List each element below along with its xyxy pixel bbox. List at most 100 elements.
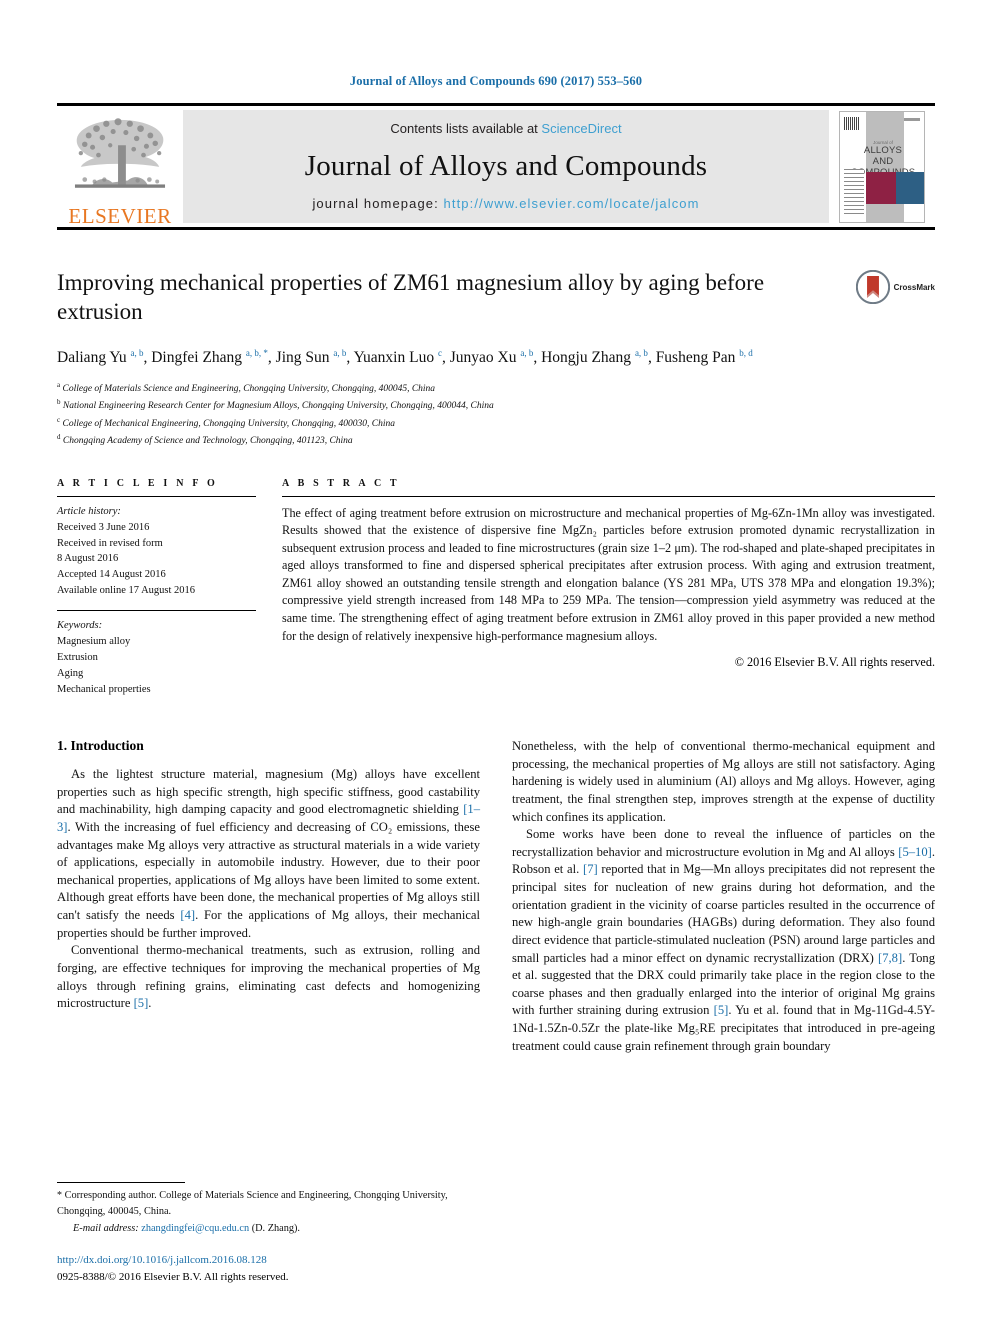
corresponding-author-text: Corresponding author. College of Materia… — [57, 1190, 448, 1217]
affiliation-text: National Engineering Research Center for… — [60, 401, 494, 412]
affiliation-item: b National Engineering Research Center f… — [57, 397, 935, 415]
paragraph: Nonetheless, with the help of convention… — [512, 739, 935, 824]
crossmark-label: CrossMark — [893, 282, 935, 292]
article-info-rule — [57, 495, 256, 497]
left-column-paragraphs: As the lightest structure material, magn… — [57, 766, 480, 1013]
journal-cover-thumbnail: Journal of ALLOYS AND COMPOUNDS — [839, 110, 925, 223]
keyword-item: Extrusion — [57, 652, 98, 664]
affiliation-item: c College of Mechanical Engineering, Cho… — [57, 415, 935, 433]
masthead-center: Contents lists available at ScienceDirec… — [183, 110, 829, 223]
article-history-block: Article history: Received 3 June 2016 Rec… — [57, 504, 256, 600]
citation-link[interactable]: [1–3] — [57, 802, 480, 834]
article-history-item: Received in revised form — [57, 537, 163, 549]
article-history-item: Received 3 June 2016 — [57, 521, 150, 533]
affiliation-item: a College of Materials Science and Engin… — [57, 380, 935, 398]
title-block: Improving mechanical properties of ZM61 … — [57, 268, 935, 450]
doi-link[interactable]: http://dx.doi.org/10.1016/j.jallcom.2016… — [57, 1252, 480, 1269]
journal-masthead: ELSEVIER Contents lists available at Sci… — [57, 103, 935, 230]
email-label: E-mail address: — [73, 1222, 139, 1234]
citation-link[interactable]: [7] — [583, 862, 598, 876]
issn-copyright-line: 0925-8388/© 2016 Elsevier B.V. All right… — [57, 1270, 289, 1283]
cover-title-line2: ALLOYS — [863, 144, 903, 156]
author-separator: , — [346, 349, 354, 367]
cover-editorial-lines — [844, 168, 864, 217]
section-heading-introduction: 1. Introduction — [57, 738, 144, 754]
right-column-paragraphs: Nonetheless, with the help of convention… — [512, 738, 935, 1055]
body-columns: 1. Introduction As the lightest structur… — [57, 738, 935, 1055]
author-name: Fusheng Pan — [655, 349, 740, 367]
footnote-block: * Corresponding author. College of Mater… — [57, 1182, 480, 1285]
cover-title-line1: Journal of — [873, 139, 893, 145]
citation-link[interactable]: [5] — [714, 1003, 729, 1017]
author-separator: , — [647, 349, 656, 367]
crossmark-icon — [855, 270, 890, 304]
author-separator: , — [267, 349, 276, 367]
body-column-right: Nonetheless, with the help of convention… — [512, 738, 935, 1055]
sciencedirect-link[interactable]: ScienceDirect — [541, 121, 621, 136]
paper-page: Journal of Alloys and Compounds 690 (201… — [0, 0, 992, 1323]
author-list: Daliang Yu a, b, Dingfei Zhang a, b, *, … — [57, 347, 935, 370]
page-title: Improving mechanical properties of ZM61 … — [57, 270, 765, 325]
keywords-rule — [57, 610, 256, 612]
author-affiliation-mark: a, b — [634, 347, 648, 358]
email-link[interactable]: zhangdingfei@cqu.edu.cn — [141, 1223, 249, 1234]
keyword-item: Aging — [57, 668, 84, 680]
keyword-item: Mechanical properties — [57, 684, 151, 696]
abstract-text: The effect of aging treatment before ext… — [282, 505, 935, 643]
email-suffix: (D. Zhang). — [251, 1222, 301, 1234]
email-line: E-mail address: zhangdingfei@cqu.edu.cn … — [57, 1221, 480, 1236]
keyword-item: Magnesium alloy — [57, 636, 131, 648]
keywords-lines: Magnesium alloy Extrusion Aging Mechanical … — [57, 634, 256, 698]
citation-link[interactable]: [4] — [180, 908, 195, 922]
cover-blue-block — [896, 171, 924, 204]
crossmark-badge-group[interactable]: CrossMark — [855, 270, 935, 304]
author-affiliation-mark: a, b — [130, 347, 144, 358]
author-name: Jing Sun — [275, 349, 334, 367]
author-affiliation-mark: b, d — [739, 347, 753, 358]
abstract-heading: A B S T R A C T — [282, 477, 400, 489]
keywords-label: Keywords: — [57, 620, 103, 632]
affiliation-text: College of Materials Science and Enginee… — [60, 383, 436, 394]
author-name: Yuanxin Luo — [353, 349, 438, 367]
affiliation-list: a College of Materials Science and Engin… — [57, 380, 935, 450]
cover-issn-mark — [904, 117, 920, 121]
article-history-lines: Received 3 June 2016 Received in revised … — [57, 520, 256, 600]
paragraph: Conventional thermo-mechanical treatment… — [57, 943, 480, 1011]
citation-link[interactable]: [7,8] — [878, 951, 902, 965]
affiliation-text: College of Mechanical Engineering, Chong… — [60, 418, 395, 429]
info-abstract-row: A R T I C L E I N F O Article history: R… — [57, 478, 935, 698]
abstract-copyright: © 2016 Elsevier B.V. All rights reserved… — [734, 655, 935, 670]
journal-homepage-line: journal homepage: http://www.elsevier.co… — [312, 196, 699, 211]
paragraph: As the lightest structure material, magn… — [57, 767, 480, 940]
author-affiliation-mark: a, b — [520, 347, 534, 358]
paragraph: Some works have been done to reveal the … — [512, 827, 936, 1053]
elsevier-wordmark: ELSEVIER — [68, 204, 172, 228]
cover-barcode-icon — [844, 116, 860, 130]
author-name: Hongju Zhang — [541, 349, 635, 367]
author-name: Dingfei Zhang — [151, 349, 246, 367]
article-history-item: Available online 17 August 2016 — [57, 585, 196, 597]
contents-list-line: Contents lists available at ScienceDirec… — [390, 121, 621, 136]
abstract-column: A B S T R A C T The effect of aging trea… — [282, 478, 935, 698]
contents-prefix: Contents lists available at — [390, 121, 542, 136]
citation-link[interactable]: [5–10] — [898, 845, 932, 859]
article-history-item: 8 August 2016 — [57, 553, 119, 565]
author-affiliation-mark: a, b — [333, 347, 347, 358]
author-name: Junyao Xu — [449, 349, 521, 367]
citation-link[interactable]: [5] — [134, 996, 149, 1010]
affiliation-text: Chongqing Academy of Science and Technol… — [60, 436, 353, 447]
elsevier-logo: ELSEVIER — [57, 106, 183, 227]
article-history-item: Accepted 14 August 2016 — [57, 569, 166, 581]
article-info-heading: A R T I C L E I N F O — [57, 477, 218, 489]
running-head: Journal of Alloys and Compounds 690 (201… — [349, 74, 643, 88]
body-column-left: 1. Introduction As the lightest structur… — [57, 738, 480, 1055]
cover-red-block — [866, 171, 896, 204]
article-info-column: A R T I C L E I N F O Article history: R… — [57, 478, 282, 698]
homepage-url-link[interactable]: http://www.elsevier.com/locate/jalcom — [444, 196, 700, 211]
journal-title: Journal of Alloys and Compounds — [304, 149, 708, 182]
author-separator: , — [441, 349, 450, 367]
corresponding-author-mark: * — [57, 1190, 62, 1202]
journal-cover-wrap: Journal of ALLOYS AND COMPOUNDS — [829, 106, 935, 227]
article-history-label: Article history: — [57, 505, 121, 517]
author-affiliation-mark: a, b, * — [245, 347, 268, 358]
